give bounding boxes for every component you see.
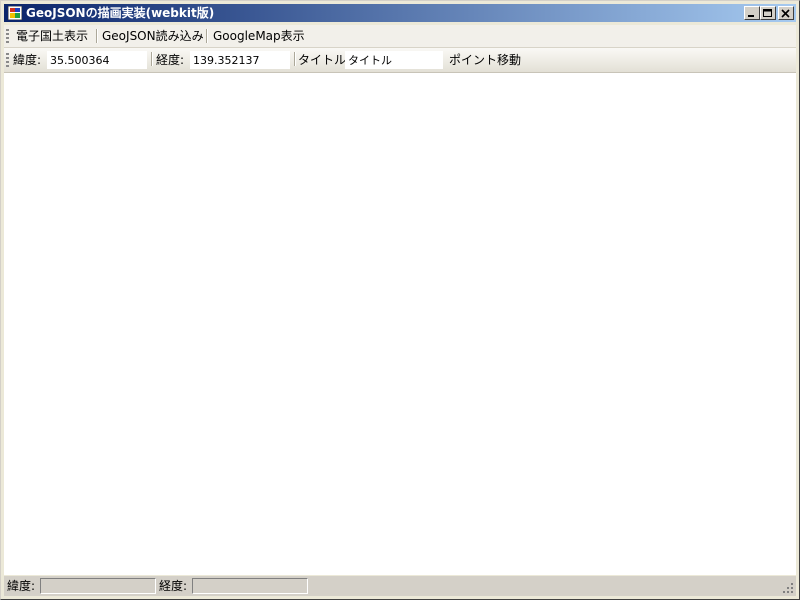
- map-view[interactable]: [4, 73, 796, 575]
- title-bar[interactable]: GeoJSONの描画実装(webkit版): [4, 4, 796, 22]
- window-title: GeoJSONの描画実装(webkit版): [26, 6, 215, 20]
- menu-separator: [206, 29, 208, 43]
- close-button[interactable]: [778, 6, 794, 20]
- menu-bar: 電子国土表示 GeoJSON読み込み GoogleMap表示: [4, 25, 796, 48]
- toolbar-grip[interactable]: [6, 53, 9, 67]
- close-icon: [781, 9, 790, 18]
- menu-item-googlemap[interactable]: GoogleMap表示: [210, 28, 308, 44]
- status-longitude-value: [192, 578, 308, 594]
- title-input[interactable]: [345, 51, 443, 69]
- move-point-button[interactable]: ポイント移動: [449, 53, 521, 67]
- resize-grip-icon[interactable]: [782, 582, 794, 594]
- menu-grip[interactable]: [6, 29, 9, 43]
- minimize-button[interactable]: [744, 6, 760, 20]
- menu-separator: [96, 29, 98, 43]
- tool-bar: 緯度: 経度: タイトル: ポイント移動: [4, 48, 796, 73]
- menu-item-denshi-kokudo[interactable]: 電子国土表示: [13, 28, 91, 44]
- toolbar-separator: [294, 52, 296, 66]
- longitude-label: 経度:: [156, 53, 185, 67]
- toolbar-separator: [151, 52, 153, 66]
- latitude-label: 緯度:: [13, 53, 42, 67]
- status-latitude-label: 緯度:: [7, 579, 36, 593]
- menu-item-geojson-load[interactable]: GeoJSON読み込み: [99, 28, 207, 44]
- maximize-button[interactable]: [760, 6, 776, 20]
- latitude-input[interactable]: [47, 51, 147, 69]
- status-bar: 緯度: 経度:: [4, 576, 796, 596]
- app-window: GeoJSONの描画実装(webkit版) 電子国土表示 GeoJSON読み込み…: [0, 0, 800, 600]
- maximize-icon: [763, 9, 772, 17]
- status-longitude-label: 経度:: [159, 579, 188, 593]
- minimize-icon: [748, 15, 754, 17]
- longitude-input[interactable]: [190, 51, 290, 69]
- status-latitude-value: [40, 578, 156, 594]
- app-icon: [8, 6, 22, 20]
- title-label: タイトル:: [298, 53, 351, 67]
